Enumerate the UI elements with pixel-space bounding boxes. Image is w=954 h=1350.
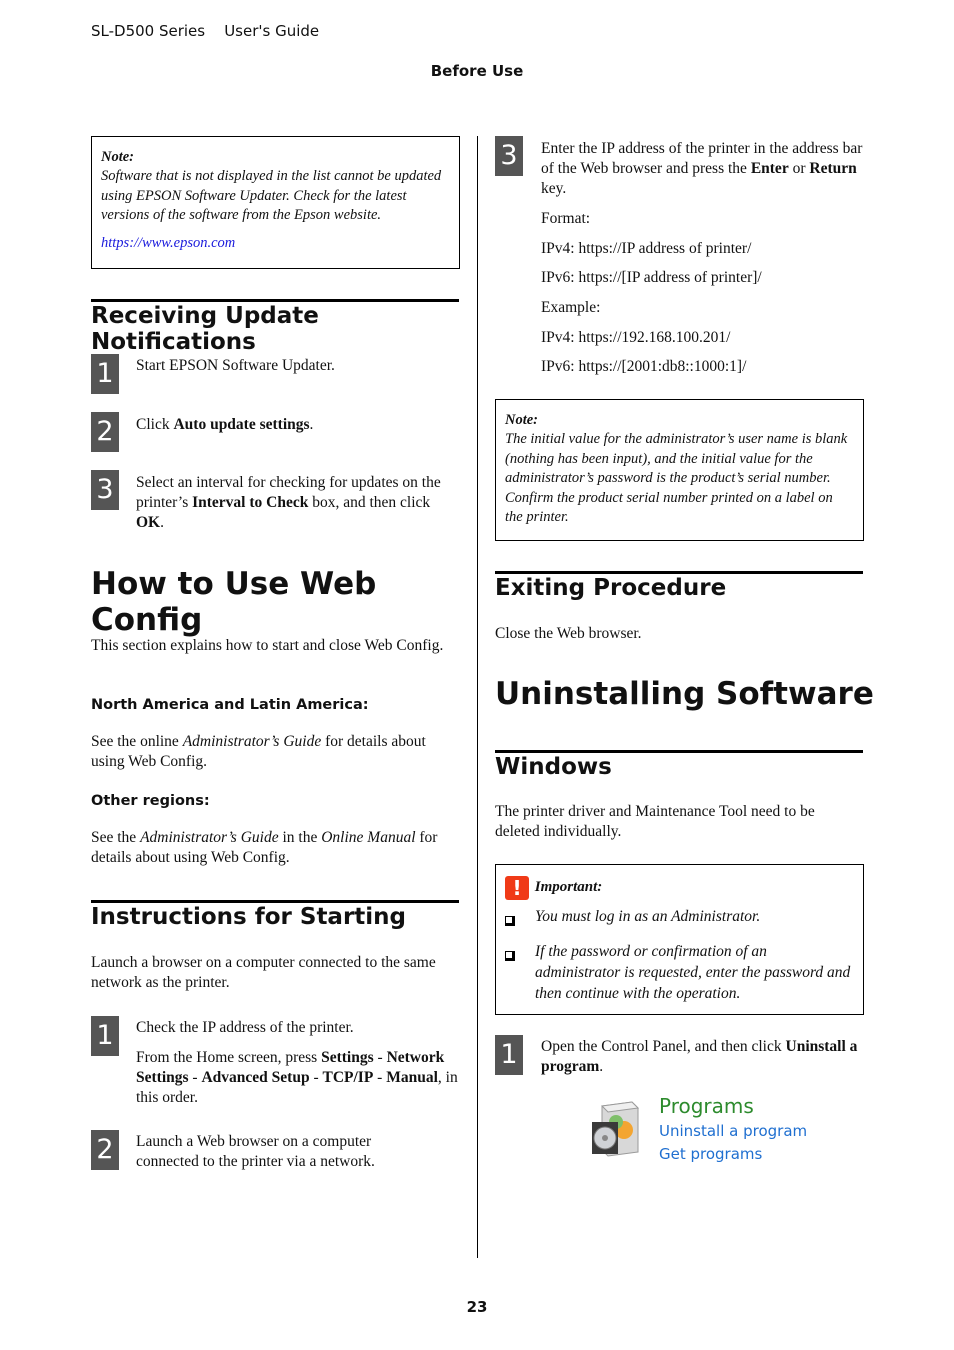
doc-title: Online Manual [321, 829, 416, 846]
step-number-badge: 3 [91, 470, 119, 510]
ui-term: Interval to Check [192, 494, 309, 511]
column-divider [477, 136, 478, 1258]
text-run: From the Home screen, press [136, 1049, 322, 1066]
step-number-badge: 1 [495, 1035, 523, 1075]
north-america-text: See the online Administrator’s Guide for… [91, 732, 459, 772]
heading-receiving-update-notifications: Receiving Update Notifications [91, 299, 459, 355]
starting-intro: Launch a browser on a computer connected… [91, 954, 436, 991]
text-run: box, and then click [308, 494, 431, 511]
step-detail: From the Home screen, press Settings - N… [136, 1048, 458, 1108]
heading-uninstalling-software: Uninstalling Software [495, 676, 874, 712]
format-ipv4: IPv4: https://IP address of printer/ [541, 240, 752, 257]
section-intro: This section explains how to start and c… [91, 637, 444, 654]
step-text: Launch a Web browser on a computer conne… [136, 1133, 375, 1170]
text-run: key. [541, 180, 567, 197]
epson-website-link[interactable]: https://www.epson.com [101, 235, 449, 252]
separator: - [373, 1069, 387, 1086]
programs-icon [592, 1101, 640, 1157]
note-title: Note: [505, 412, 539, 428]
exiting-text: Close the Web browser. [495, 625, 642, 642]
text-run: See the [91, 829, 141, 846]
text-run: Open the Control Panel, and then click [541, 1038, 786, 1055]
uninstall-a-program-link[interactable]: Uninstall a program [659, 1120, 807, 1142]
note-text: The initial value for the administrator’… [505, 431, 848, 525]
step-text: Check the IP address of the printer. Fro… [136, 1018, 458, 1108]
running-header: SL-D500 Series User's Guide [91, 22, 319, 40]
step-number-badge: 1 [91, 1016, 119, 1056]
heading-how-to-use-web-config: How to Use Web Config [91, 566, 377, 638]
important-box: ! Important: You must log in as an Admin… [495, 864, 864, 1015]
step-text: Click Auto update settings. [136, 415, 458, 435]
checkbox-bullet-icon [505, 941, 535, 1004]
other-regions-text: See the Administrator’s Guide in the Onl… [91, 828, 461, 868]
subheading-other-regions: Other regions: [91, 793, 210, 809]
ui-term: Manual [386, 1069, 438, 1086]
text-run: in the [278, 829, 322, 846]
get-programs-link[interactable]: Get programs [659, 1143, 762, 1165]
example-ipv4: IPv4: https://192.168.100.201/ [541, 329, 731, 346]
important-item-text: If the password or confirmation of an ad… [535, 942, 851, 1002]
text-run: . [160, 514, 164, 531]
step-text: Open the Control Panel, and then click U… [541, 1037, 863, 1077]
text-run: . [309, 416, 314, 433]
ui-term: Advanced Setup [201, 1069, 310, 1086]
product-name: SL-D500 Series [91, 22, 206, 40]
guide-name: User's Guide [224, 22, 320, 40]
note-box: Note: Software that is not displayed in … [91, 136, 460, 269]
doc-title: Administrator’s Guide [140, 829, 279, 846]
separator: - [373, 1049, 387, 1066]
step-instruction: Enter the IP address of the printer in t… [541, 139, 863, 199]
step-text: Select an interval for checking for upda… [136, 473, 458, 533]
important-title: Important: [534, 879, 603, 895]
step-number-badge: 3 [495, 136, 523, 176]
important-header: ! Important: [505, 875, 853, 900]
note-title: Note: [101, 149, 135, 165]
text-run: Check the IP address of the printer. [136, 1019, 354, 1036]
exclamation-icon: ! [505, 875, 529, 900]
control-panel-programs-screenshot: Programs Uninstall a program Get program… [588, 1094, 818, 1166]
note-box: Note: The initial value for the administ… [495, 399, 864, 541]
subheading-north-america: North America and Latin America: [91, 697, 369, 713]
heading-exiting-procedure: Exiting Procedure [495, 571, 863, 601]
heading-windows: Windows [495, 750, 863, 780]
ui-term: Settings [321, 1049, 374, 1066]
step-number-badge: 2 [91, 412, 119, 452]
note-text: Software that is not displayed in the li… [101, 168, 442, 223]
important-item: If the password or confirmation of an ad… [505, 941, 853, 1004]
separator: - [188, 1069, 202, 1086]
step-number-badge: 1 [91, 354, 119, 394]
format-ipv6: IPv6: https://[IP address of printer]/ [541, 269, 762, 286]
step-text: Start EPSON Software Updater. [136, 357, 335, 374]
separator: - [309, 1069, 323, 1086]
text-run: or [788, 160, 810, 177]
text-run: See the online [91, 733, 183, 750]
step-text: Enter the IP address of the printer in t… [541, 139, 863, 377]
step-number-badge: 2 [91, 1130, 119, 1170]
text-run: . [599, 1058, 604, 1075]
checkbox-bullet-icon [505, 906, 535, 932]
example-ipv6: IPv6: https://[2001:db8::1000:1]/ [541, 358, 747, 375]
key-name: Enter [750, 160, 789, 177]
ui-term: Auto update settings [173, 416, 310, 433]
ui-term: TCP/IP [322, 1069, 374, 1086]
text-run: Click [136, 416, 174, 433]
important-item: You must log in as an Administrator. [505, 906, 853, 932]
key-name: Return [809, 160, 857, 177]
format-label: Format: [541, 210, 591, 227]
important-item-text: You must log in as an Administrator. [535, 907, 761, 925]
programs-title: Programs [659, 1094, 754, 1118]
ui-term: OK [136, 514, 161, 531]
example-label: Example: [541, 299, 601, 316]
windows-text: The printer driver and Maintenance Tool … [495, 803, 815, 840]
page-number: 23 [466, 1298, 488, 1316]
section-title: Before Use [430, 62, 524, 80]
heading-instructions-for-starting: Instructions for Starting [91, 900, 459, 930]
doc-title: Administrator’s Guide [182, 733, 322, 750]
